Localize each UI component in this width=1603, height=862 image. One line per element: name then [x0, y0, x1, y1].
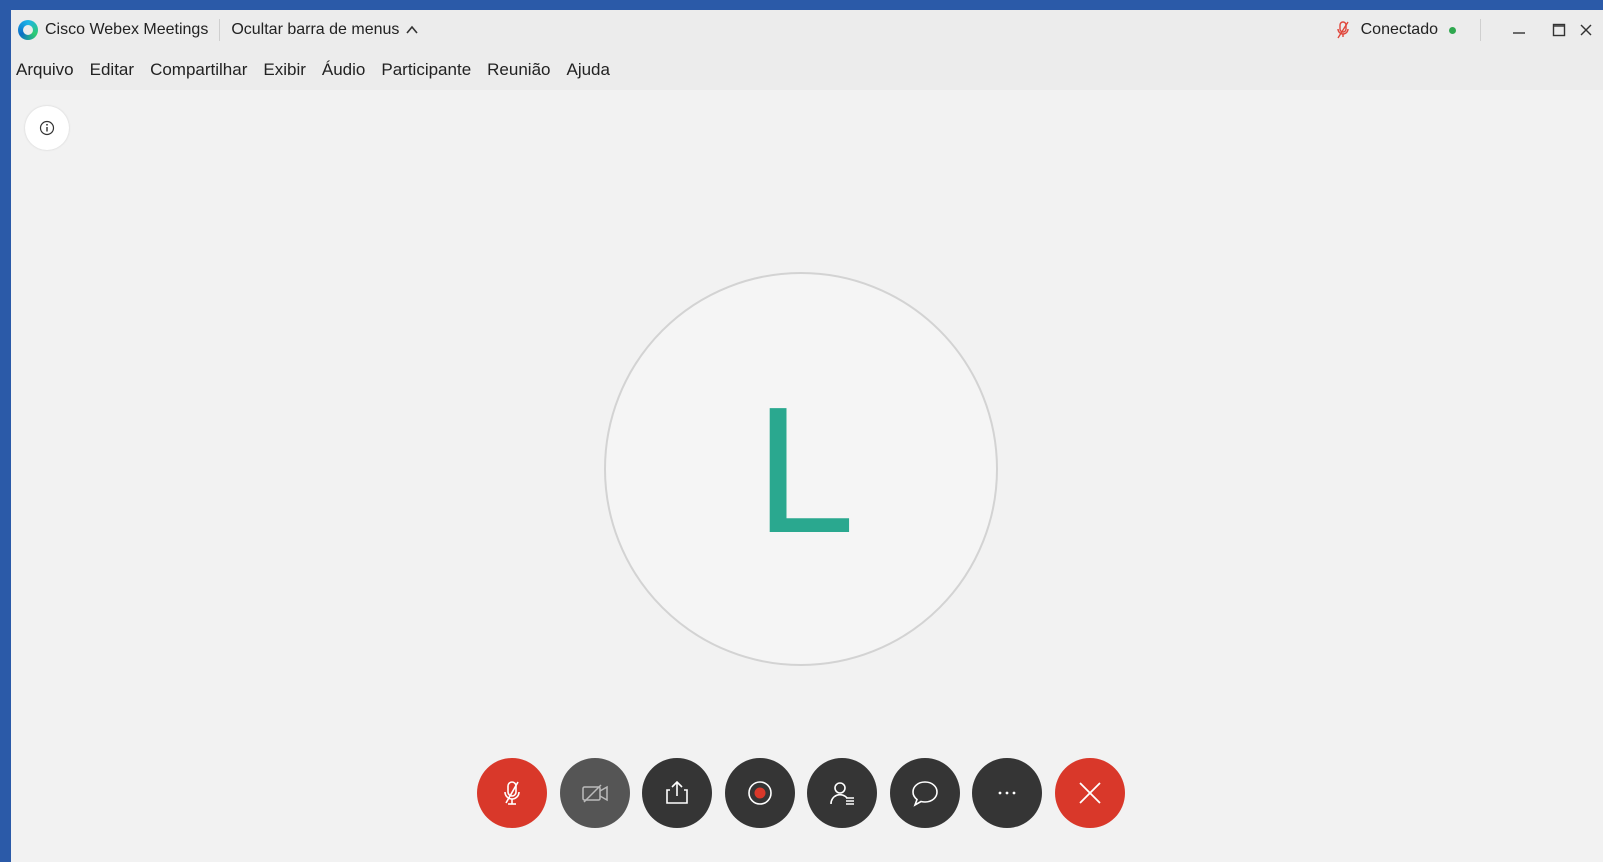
meeting-controls: [477, 758, 1125, 828]
more-icon: [998, 791, 1016, 795]
avatar-initial: L: [754, 370, 856, 571]
chat-button[interactable]: [889, 758, 960, 828]
maximize-icon: [1552, 23, 1566, 37]
record-icon: [747, 781, 772, 805]
menu-bar: Arquivo Editar Compartilhar Exibir Áudio…: [11, 50, 1603, 90]
start-video-button[interactable]: [559, 758, 630, 828]
menu-audio[interactable]: Áudio: [322, 60, 365, 80]
meeting-info-button[interactable]: [25, 106, 69, 150]
connection-status: Conectado: [1360, 21, 1438, 38]
more-options-button[interactable]: [972, 758, 1042, 828]
participant-avatar: L: [604, 272, 998, 666]
mic-muted-icon: [504, 781, 520, 805]
minimize-button[interactable]: [1499, 10, 1539, 50]
webex-window: Cisco Webex Meetings Ocultar barra de me…: [11, 10, 1603, 862]
title-bar: Cisco Webex Meetings Ocultar barra de me…: [11, 10, 1603, 50]
share-button[interactable]: [642, 758, 712, 828]
mic-muted-status-icon[interactable]: [1335, 21, 1351, 39]
connected-indicator-icon: [1449, 26, 1456, 34]
menu-editar[interactable]: Editar: [90, 60, 134, 80]
participants-button[interactable]: [807, 758, 877, 828]
leave-icon: [1078, 782, 1101, 804]
share-icon: [666, 780, 688, 804]
close-icon: [1580, 24, 1592, 36]
chat-icon: [911, 781, 938, 807]
unmute-button[interactable]: [477, 758, 547, 828]
menu-compartilhar[interactable]: Compartilhar: [150, 60, 247, 80]
chevron-up-icon: [406, 25, 419, 34]
title-separator: [219, 19, 221, 41]
hide-menu-bar-label: Ocultar barra de menus: [231, 21, 400, 38]
participants-icon: [830, 782, 854, 805]
video-off-icon: [581, 784, 608, 803]
title-right-separator: [1480, 19, 1481, 41]
app-title: Cisco Webex Meetings: [45, 21, 209, 38]
close-window-button[interactable]: [1579, 10, 1603, 50]
menu-reuniao[interactable]: Reunião: [487, 60, 550, 80]
info-icon: [39, 120, 55, 136]
menu-ajuda[interactable]: Ajuda: [566, 60, 609, 80]
title-right-group: Conectado: [1335, 10, 1603, 50]
maximize-button[interactable]: [1539, 10, 1579, 50]
menu-arquivo[interactable]: Arquivo: [16, 60, 74, 80]
menu-participante[interactable]: Participante: [381, 60, 471, 80]
menu-exibir[interactable]: Exibir: [263, 60, 306, 80]
record-button[interactable]: [724, 758, 795, 828]
hide-menu-bar-button[interactable]: Ocultar barra de menus: [231, 21, 419, 39]
webex-logo-icon: [18, 20, 38, 40]
minimize-icon: [1513, 32, 1525, 34]
leave-meeting-button[interactable]: [1054, 758, 1125, 828]
